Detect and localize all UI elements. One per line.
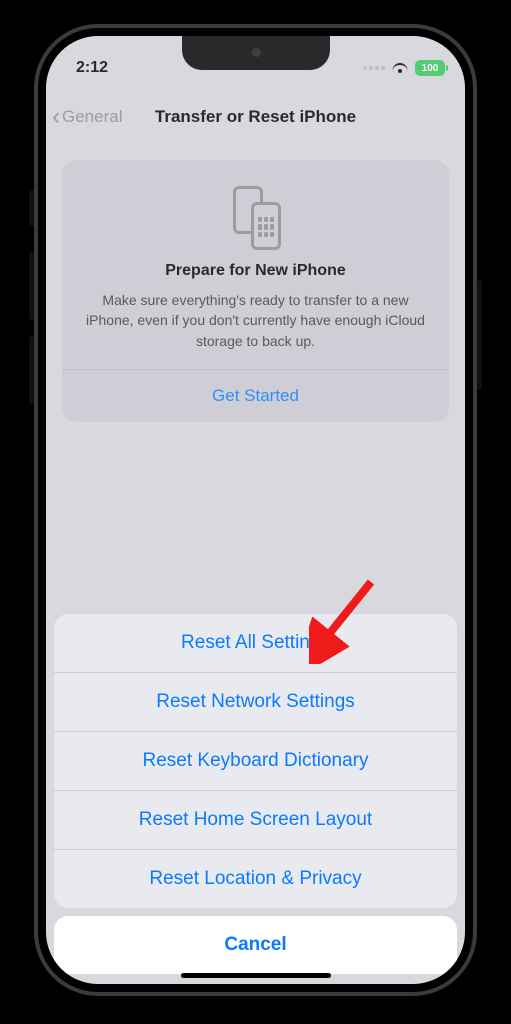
action-sheet: Reset All Settings Reset Network Setting…: [54, 614, 457, 974]
reset-network-settings[interactable]: Reset Network Settings: [54, 672, 457, 731]
reset-home-screen-layout[interactable]: Reset Home Screen Layout: [54, 790, 457, 849]
reset-all-settings[interactable]: Reset All Settings: [54, 614, 457, 672]
screen: 2:12 100 ‹ General Transfer or Reset iPh…: [46, 36, 465, 984]
home-indicator[interactable]: [181, 973, 331, 978]
phone-frame: 2:12 100 ‹ General Transfer or Reset iPh…: [34, 24, 477, 996]
cancel-button[interactable]: Cancel: [54, 916, 457, 974]
sheet-options: Reset All Settings Reset Network Setting…: [54, 614, 457, 908]
reset-location-privacy[interactable]: Reset Location & Privacy: [54, 849, 457, 908]
reset-keyboard-dictionary[interactable]: Reset Keyboard Dictionary: [54, 731, 457, 790]
